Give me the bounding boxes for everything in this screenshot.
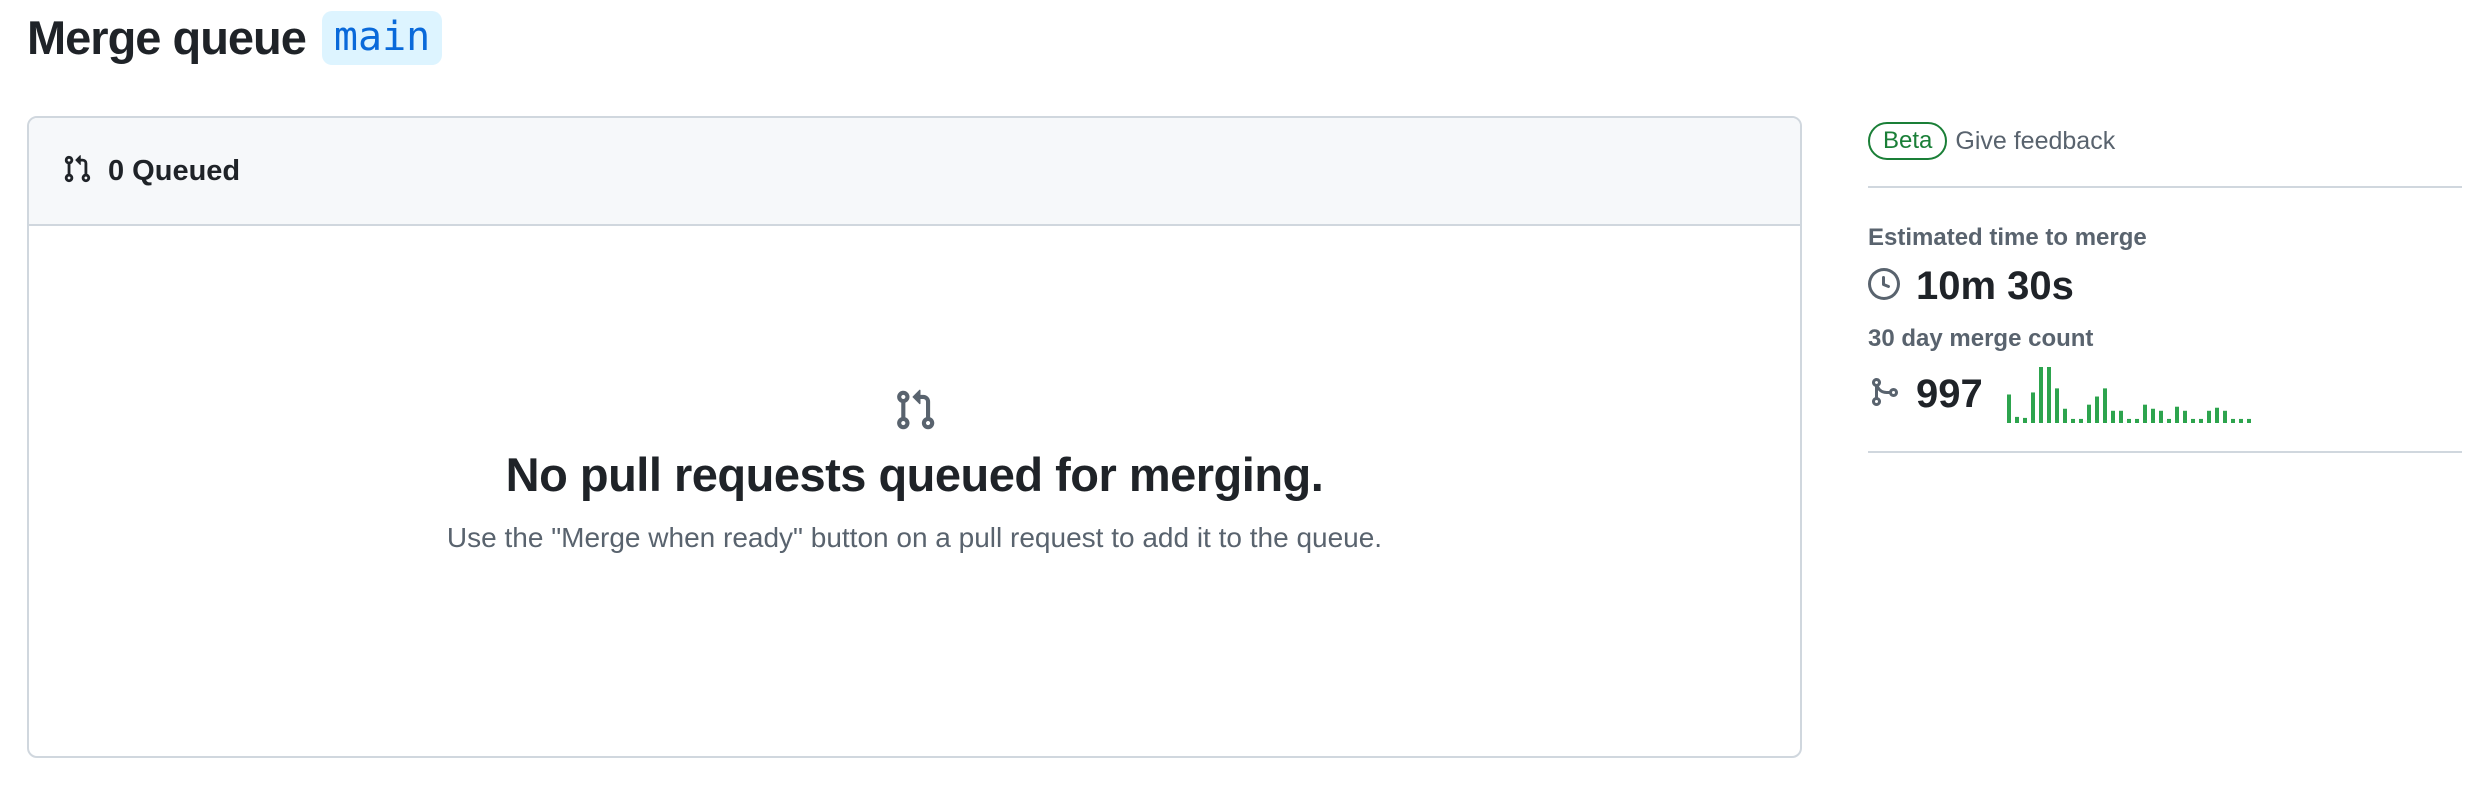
merge-stats-sidebar: Beta Give feedback Estimated time to mer… xyxy=(1868,116,2462,453)
git-pull-request-icon xyxy=(29,388,1800,437)
sparkline-bar xyxy=(2214,407,2219,423)
sparkline-bar xyxy=(2094,396,2099,423)
give-feedback-link[interactable]: Give feedback xyxy=(1955,127,2115,156)
estimated-time-row: 10m 30s xyxy=(1868,264,2462,309)
sparkline-bar xyxy=(2238,418,2243,423)
sparkline-bar xyxy=(2062,408,2067,423)
sparkline-bar xyxy=(2078,418,2083,423)
queue-panel-header: 0 Queued xyxy=(29,118,1800,226)
git-pull-request-icon xyxy=(62,154,92,189)
git-merge-icon xyxy=(1868,376,1900,413)
beta-badge: Beta xyxy=(1868,122,1948,160)
sparkline-bar xyxy=(2022,417,2027,423)
sparkline-bar xyxy=(2190,418,2195,423)
page-header: Merge queue main xyxy=(27,10,443,65)
sparkline-bar xyxy=(2046,367,2051,423)
sparkline-bar xyxy=(2014,416,2019,423)
sparkline-bar xyxy=(2054,388,2059,423)
sparkline-bar xyxy=(2038,367,2043,423)
merge-count-label: 30 day merge count xyxy=(1868,325,2094,352)
empty-state-title: No pull requests queued for merging. xyxy=(505,448,1324,501)
sparkline-bar xyxy=(2086,404,2091,423)
sparkline-bar xyxy=(2206,410,2211,423)
sparkline-bar xyxy=(2158,410,2163,423)
sparkline-bar xyxy=(2030,392,2035,423)
sidebar-divider xyxy=(1868,186,2462,188)
estimated-time-label: Estimated time to merge xyxy=(1868,224,2147,251)
queued-count: 0 Queued xyxy=(108,154,241,187)
empty-state-description: Use the "Merge when ready" button on a p… xyxy=(446,522,1383,553)
merge-count-sparkline xyxy=(2006,367,2251,423)
sparkline-bar xyxy=(2126,418,2131,423)
sparkline-bar xyxy=(2166,418,2171,423)
branch-label[interactable]: main xyxy=(321,10,443,65)
sparkline-bar xyxy=(2150,408,2155,423)
merge-queue-page: Merge queue main 0 Queued No pull reques… xyxy=(0,0,2482,802)
sparkline-bar xyxy=(2134,418,2139,423)
sparkline-bar xyxy=(2110,410,2115,423)
merge-count-row: 997 xyxy=(1868,365,2462,423)
estimated-time-value: 10m 30s xyxy=(1916,264,2074,308)
clock-icon xyxy=(1868,268,1900,305)
sparkline-bar xyxy=(2174,406,2179,423)
empty-state: No pull requests queued for merging. Use… xyxy=(29,388,1800,554)
sparkline-bar xyxy=(2118,410,2123,423)
merge-count-value: 997 xyxy=(1916,371,1983,416)
sparkline-bar xyxy=(2246,418,2251,423)
sparkline-bar xyxy=(2182,410,2187,423)
feedback-row: Beta Give feedback xyxy=(1868,116,2462,166)
sparkline-bar xyxy=(2222,410,2227,423)
sparkline-bar xyxy=(2006,394,2011,423)
queue-panel: 0 Queued No pull requests queued for mer… xyxy=(27,116,1802,758)
sparkline-bar xyxy=(2142,404,2147,423)
sidebar-divider-bottom xyxy=(1868,451,2462,453)
sparkline-bar xyxy=(2198,418,2203,423)
sparkline-bar xyxy=(2230,418,2235,423)
page-title: Merge queue xyxy=(27,11,307,64)
sparkline-bar xyxy=(2070,418,2075,423)
sparkline-bar xyxy=(2102,388,2107,423)
